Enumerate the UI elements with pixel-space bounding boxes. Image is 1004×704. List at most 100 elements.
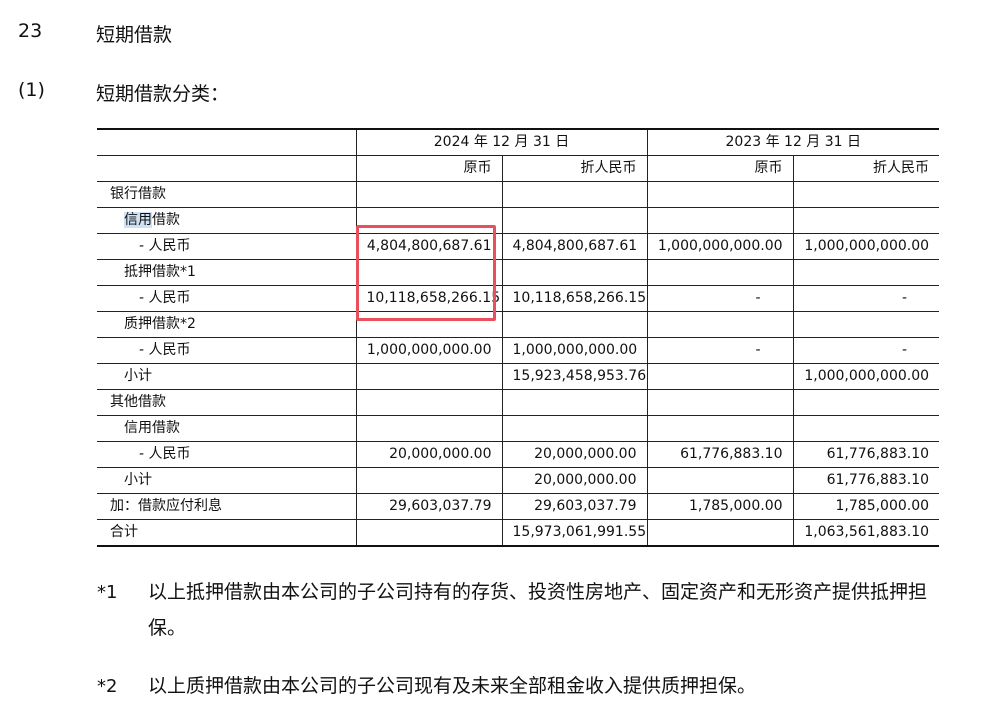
value-cell bbox=[646, 311, 794, 338]
table-row: 加：借款应付利息 29,603,037.79 29,603,037.79 1,785,… bbox=[97, 493, 940, 520]
value-cell: 1,063,561,883.10 bbox=[792, 519, 940, 547]
value-cell bbox=[355, 389, 502, 416]
table-row: 质押借款*2 bbox=[97, 311, 940, 338]
selected-text: 信用 bbox=[124, 212, 152, 228]
header-date-2024: 2024 年 12 月 31 日 bbox=[355, 128, 648, 156]
row-label-text: 加：借款应付利息 bbox=[110, 498, 222, 514]
value-cell: - bbox=[646, 285, 794, 312]
value-cell bbox=[501, 415, 648, 442]
table-row: 小计 15,923,458,953.76 1,000,000,000.00 bbox=[97, 363, 940, 390]
table-row: 合计 15,973,061,991.55 1,063,561,883.10 bbox=[97, 519, 940, 547]
value-cell: 15,923,458,953.76 bbox=[501, 363, 648, 390]
value-cell bbox=[501, 259, 648, 286]
value-cell: 1,000,000,000.00 bbox=[792, 363, 940, 390]
table-row: 抵押借款*1 bbox=[97, 259, 940, 286]
row-label-text: 合计 bbox=[110, 524, 138, 540]
value-cell bbox=[501, 207, 648, 234]
row-label-text: 借款 bbox=[152, 212, 180, 228]
section-title: 短期借款 bbox=[96, 24, 173, 46]
row-label: - 人民币 bbox=[97, 337, 356, 364]
value-cell bbox=[646, 415, 794, 442]
row-label: - 人民币 bbox=[97, 233, 356, 260]
row-label-text: 质押借款*2 bbox=[124, 316, 196, 332]
value-cell bbox=[355, 311, 502, 338]
subheader-original-currency-2023: 原币 bbox=[646, 155, 794, 182]
row-label-text: 银行借款 bbox=[110, 186, 166, 202]
row-label: 合计 bbox=[97, 519, 356, 547]
value-cell: 4,804,800,687.61 bbox=[501, 233, 648, 260]
row-label-text: 小计 bbox=[124, 472, 152, 488]
value-cell bbox=[501, 389, 648, 416]
value-cell: 1,785,000.00 bbox=[792, 493, 940, 520]
subheader-rmb-equivalent-2024: 折人民币 bbox=[501, 155, 648, 182]
section-number: 23 bbox=[18, 20, 43, 42]
value-cell bbox=[646, 259, 794, 286]
row-label-text: - 人民币 bbox=[139, 342, 191, 358]
value-cell: 15,973,061,991.55 bbox=[501, 519, 648, 547]
row-label-text: 信用借款 bbox=[124, 420, 180, 436]
table-body: 银行借款 信用借款 - 人民币 4,804,800,687.61 4,804,800,6… bbox=[97, 181, 940, 547]
table-row: - 人民币 20,000,000.00 20,000,000.00 61,776,88… bbox=[97, 441, 940, 468]
value-cell: 29,603,037.79 bbox=[501, 493, 648, 520]
value-cell bbox=[792, 415, 940, 442]
row-label: 质押借款*2 bbox=[97, 311, 356, 338]
value-cell: 61,776,883.10 bbox=[646, 441, 794, 468]
value-cell: 61,776,883.10 bbox=[792, 467, 940, 494]
row-label: - 人民币 bbox=[97, 441, 356, 468]
row-label: - 人民币 bbox=[97, 285, 356, 312]
value-cell bbox=[646, 467, 794, 494]
value-cell: 20,000,000.00 bbox=[501, 441, 648, 468]
table-row: - 人民币 4,804,800,687.61 4,804,800,687.61 1,0… bbox=[97, 233, 940, 260]
row-label-text: 其他借款 bbox=[110, 394, 166, 410]
value-cell bbox=[501, 311, 648, 338]
row-label-text: 小计 bbox=[124, 368, 152, 384]
value-cell bbox=[501, 181, 648, 208]
value-cell: - bbox=[792, 337, 940, 364]
table-header-dates-row: 2024 年 12 月 31 日 2023 年 12 月 31 日 bbox=[97, 128, 940, 156]
note-1-text: 以上抵押借款由本公司的子公司持有的存货、投资性房地产、固定资产和无形资产提供抵押… bbox=[148, 581, 928, 639]
row-label: 信用借款 bbox=[97, 207, 356, 234]
value-cell bbox=[792, 311, 940, 338]
value-cell: 1,000,000,000.00 bbox=[501, 337, 648, 364]
value-cell: 29,603,037.79 bbox=[355, 493, 502, 520]
row-label: 其他借款 bbox=[97, 389, 356, 416]
value-cell: 1,000,000,000.00 bbox=[355, 337, 502, 364]
row-label: 小计 bbox=[97, 467, 356, 494]
row-label-text: - 人民币 bbox=[139, 290, 191, 306]
row-label: 小计 bbox=[97, 363, 356, 390]
table-subheader-row: 原币 折人民币 原币 折人民币 bbox=[97, 155, 940, 182]
value-cell bbox=[646, 363, 794, 390]
value-cell bbox=[355, 415, 502, 442]
value-cell: 20,000,000.00 bbox=[355, 441, 502, 468]
value-cell bbox=[646, 389, 794, 416]
value-cell: 61,776,883.10 bbox=[792, 441, 940, 468]
value-cell: - bbox=[646, 337, 794, 364]
value-cell: 1,785,000.00 bbox=[646, 493, 794, 520]
value-cell bbox=[646, 207, 794, 234]
table-row: 其他借款 bbox=[97, 389, 940, 416]
value-cell: 1,000,000,000.00 bbox=[792, 233, 940, 260]
note-2-mark: *2 bbox=[97, 676, 118, 697]
value-cell bbox=[355, 259, 502, 286]
value-cell bbox=[646, 519, 794, 547]
row-label: 信用借款 bbox=[97, 415, 356, 442]
header-date-2023: 2023 年 12 月 31 日 bbox=[646, 128, 940, 156]
row-label-text: - 人民币 bbox=[139, 446, 191, 462]
table-row: 信用借款 bbox=[97, 207, 940, 234]
subheader-rmb-equivalent-2023: 折人民币 bbox=[792, 155, 940, 182]
row-label: 银行借款 bbox=[97, 181, 356, 208]
value-cell: - bbox=[792, 285, 940, 312]
row-label-text: - 人民币 bbox=[139, 238, 191, 254]
value-cell bbox=[792, 207, 940, 234]
value-cell bbox=[646, 181, 794, 208]
value-cell bbox=[355, 207, 502, 234]
table-row: 小计 20,000,000.00 61,776,883.10 bbox=[97, 467, 940, 494]
row-label-text: 抵押借款*1 bbox=[124, 264, 196, 280]
table-row: - 人民币 1,000,000,000.00 1,000,000,000.00- - bbox=[97, 337, 940, 364]
value-cell: 20,000,000.00 bbox=[501, 467, 648, 494]
subsection-number: (1) bbox=[18, 79, 45, 101]
table-row: - 人民币 10,118,658,266.15 10,118,658,266.15-… bbox=[97, 285, 940, 312]
value-cell bbox=[355, 467, 502, 494]
row-label: 抵押借款*1 bbox=[97, 259, 356, 286]
row-label: 加：借款应付利息 bbox=[97, 493, 356, 520]
